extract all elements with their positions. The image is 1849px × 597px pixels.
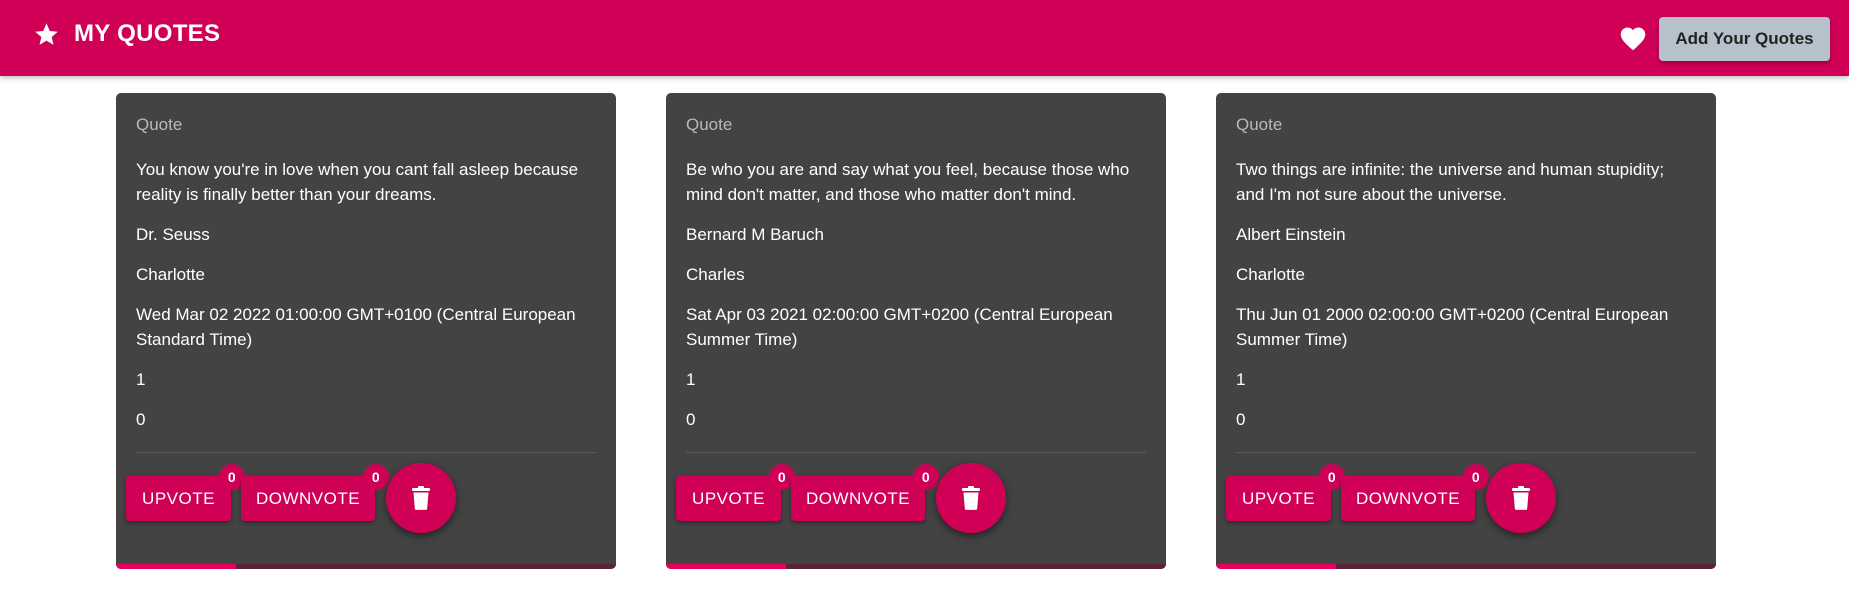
downvote-badge: 0: [363, 464, 389, 490]
card-divider: [1236, 452, 1696, 453]
brand: MY QUOTES: [33, 20, 220, 48]
page-title: MY QUOTES: [74, 20, 221, 47]
trash-icon: [962, 486, 980, 510]
downvote-badge: 0: [1463, 464, 1489, 490]
quote-date: Wed Mar 02 2022 01:00:00 GMT+0100 (Centr…: [136, 305, 576, 349]
quote-count-1: 1: [686, 370, 696, 389]
quote-card: Quote You know you're in love when you c…: [116, 93, 616, 569]
quote-author: Bernard M Baruch: [686, 225, 824, 244]
quote-text: Two things are infinite: the universe an…: [1236, 160, 1665, 204]
upvote-button[interactable]: UPVOTE 0: [126, 464, 245, 521]
downvote-button[interactable]: DOWNVOTE 0: [241, 464, 389, 521]
progress-fill: [1216, 564, 1336, 569]
quote-author: Dr. Seuss: [136, 225, 210, 244]
quote-count-1: 1: [136, 370, 146, 389]
downvote-label: DOWNVOTE: [805, 488, 911, 508]
card-progress-bar: [1216, 564, 1716, 569]
card-divider: [136, 452, 596, 453]
trash-icon: [1512, 486, 1530, 510]
quote-text: Be who you are and say what you feel, be…: [686, 160, 1130, 204]
upvote-label: UPVOTE: [142, 488, 215, 508]
progress-fill: [666, 564, 786, 569]
heart-icon[interactable]: [1619, 25, 1647, 51]
quote-text: You know you're in love when you cant fa…: [136, 160, 579, 204]
trash-icon: [412, 486, 430, 510]
delete-button[interactable]: [386, 463, 456, 533]
delete-button[interactable]: [1486, 463, 1556, 533]
upvote-label: UPVOTE: [692, 488, 765, 508]
quote-count-2: 0: [136, 410, 146, 429]
quote-date: Thu Jun 01 2000 02:00:00 GMT+0200 (Centr…: [1236, 305, 1669, 349]
quote-submitter: Charles: [686, 265, 745, 284]
downvote-label: DOWNVOTE: [255, 488, 361, 508]
quote-card: Quote Be who you are and say what you fe…: [666, 93, 1166, 569]
card-label: Quote: [136, 115, 183, 134]
upvote-button[interactable]: UPVOTE 0: [676, 464, 795, 521]
progress-fill: [116, 564, 236, 569]
card-divider: [686, 452, 1146, 453]
card-progress-bar: [116, 564, 616, 569]
downvote-button[interactable]: DOWNVOTE 0: [1341, 464, 1489, 521]
quote-card: Quote Two things are infinite: the unive…: [1216, 93, 1716, 569]
downvote-label: DOWNVOTE: [1355, 488, 1461, 508]
upvote-button[interactable]: UPVOTE 0: [1226, 464, 1345, 521]
add-quotes-button[interactable]: Add Your Quotes: [1659, 17, 1830, 61]
card-label: Quote: [1236, 115, 1283, 134]
downvote-button[interactable]: DOWNVOTE 0: [791, 464, 939, 521]
quote-submitter: Charlotte: [136, 265, 205, 284]
card-progress-bar: [666, 564, 1166, 569]
quote-date: Sat Apr 03 2021 02:00:00 GMT+0200 (Centr…: [686, 305, 1113, 349]
downvote-badge: 0: [913, 464, 939, 490]
star-icon: [35, 22, 58, 45]
quote-count-2: 0: [686, 410, 696, 429]
delete-button[interactable]: [936, 463, 1006, 533]
upvote-label: UPVOTE: [1242, 488, 1315, 508]
card-label: Quote: [686, 115, 733, 134]
top-app-bar: MY QUOTES Add Your Quotes: [0, 0, 1849, 76]
quote-count-1: 1: [1236, 370, 1246, 389]
quote-count-2: 0: [1236, 410, 1246, 429]
quote-author: Albert Einstein: [1236, 225, 1346, 244]
quote-submitter: Charlotte: [1236, 265, 1305, 284]
